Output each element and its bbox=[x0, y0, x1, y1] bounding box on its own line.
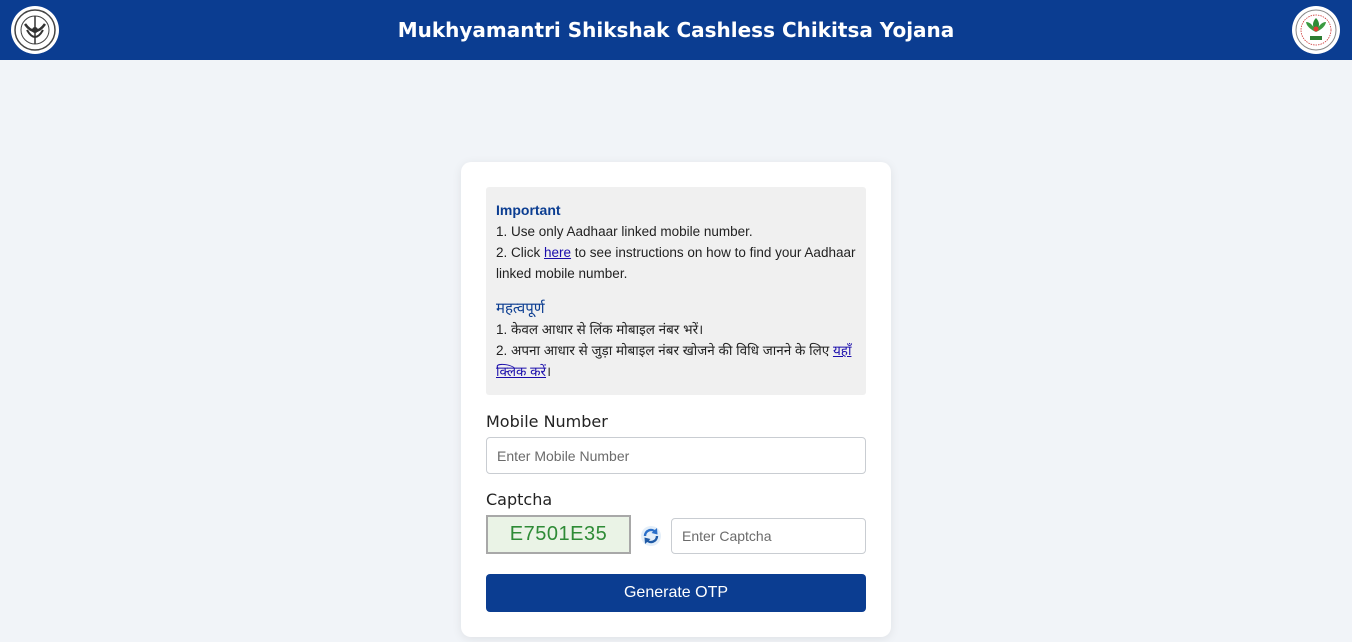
up-emblem-icon bbox=[14, 9, 56, 51]
captcha-label: Captcha bbox=[486, 490, 553, 509]
refresh-captcha-button[interactable] bbox=[640, 525, 662, 547]
captcha-image: E7501E35 bbox=[486, 515, 631, 554]
important-notice: Important 1. Use only Aadhaar linked mob… bbox=[486, 187, 866, 395]
pmjay-logo bbox=[1292, 6, 1340, 54]
page-title: Mukhyamantri Shikshak Cashless Chikitsa … bbox=[397, 18, 955, 42]
notice-line-1-en: 1. Use only Aadhaar linked mobile number… bbox=[496, 224, 753, 239]
instructions-link-en[interactable]: here bbox=[544, 245, 571, 260]
app-header: Mukhyamantri Shikshak Cashless Chikitsa … bbox=[0, 0, 1352, 60]
notice-heading-hi: महत्वपूर्ण bbox=[496, 300, 545, 317]
captcha-input[interactable] bbox=[671, 518, 866, 554]
state-emblem-logo bbox=[11, 6, 59, 54]
pmjay-logo-icon bbox=[1295, 9, 1337, 51]
notice-line-2-hi: 2. अपना आधार से जुड़ा मोबाइल नंबर खोजने … bbox=[496, 343, 852, 379]
mobile-number-label: Mobile Number bbox=[486, 412, 608, 431]
generate-otp-button[interactable]: Generate OTP bbox=[486, 574, 866, 612]
refresh-icon bbox=[641, 526, 661, 546]
login-card: Important 1. Use only Aadhaar linked mob… bbox=[461, 162, 891, 637]
notice-line-2-en: 2. Click here to see instructions on how… bbox=[496, 245, 856, 281]
mobile-number-input[interactable] bbox=[486, 437, 866, 474]
notice-line-1-hi: 1. केवल आधार से लिंक मोबाइल नंबर भरें। bbox=[496, 322, 704, 337]
notice-heading-en: Important bbox=[496, 202, 561, 218]
